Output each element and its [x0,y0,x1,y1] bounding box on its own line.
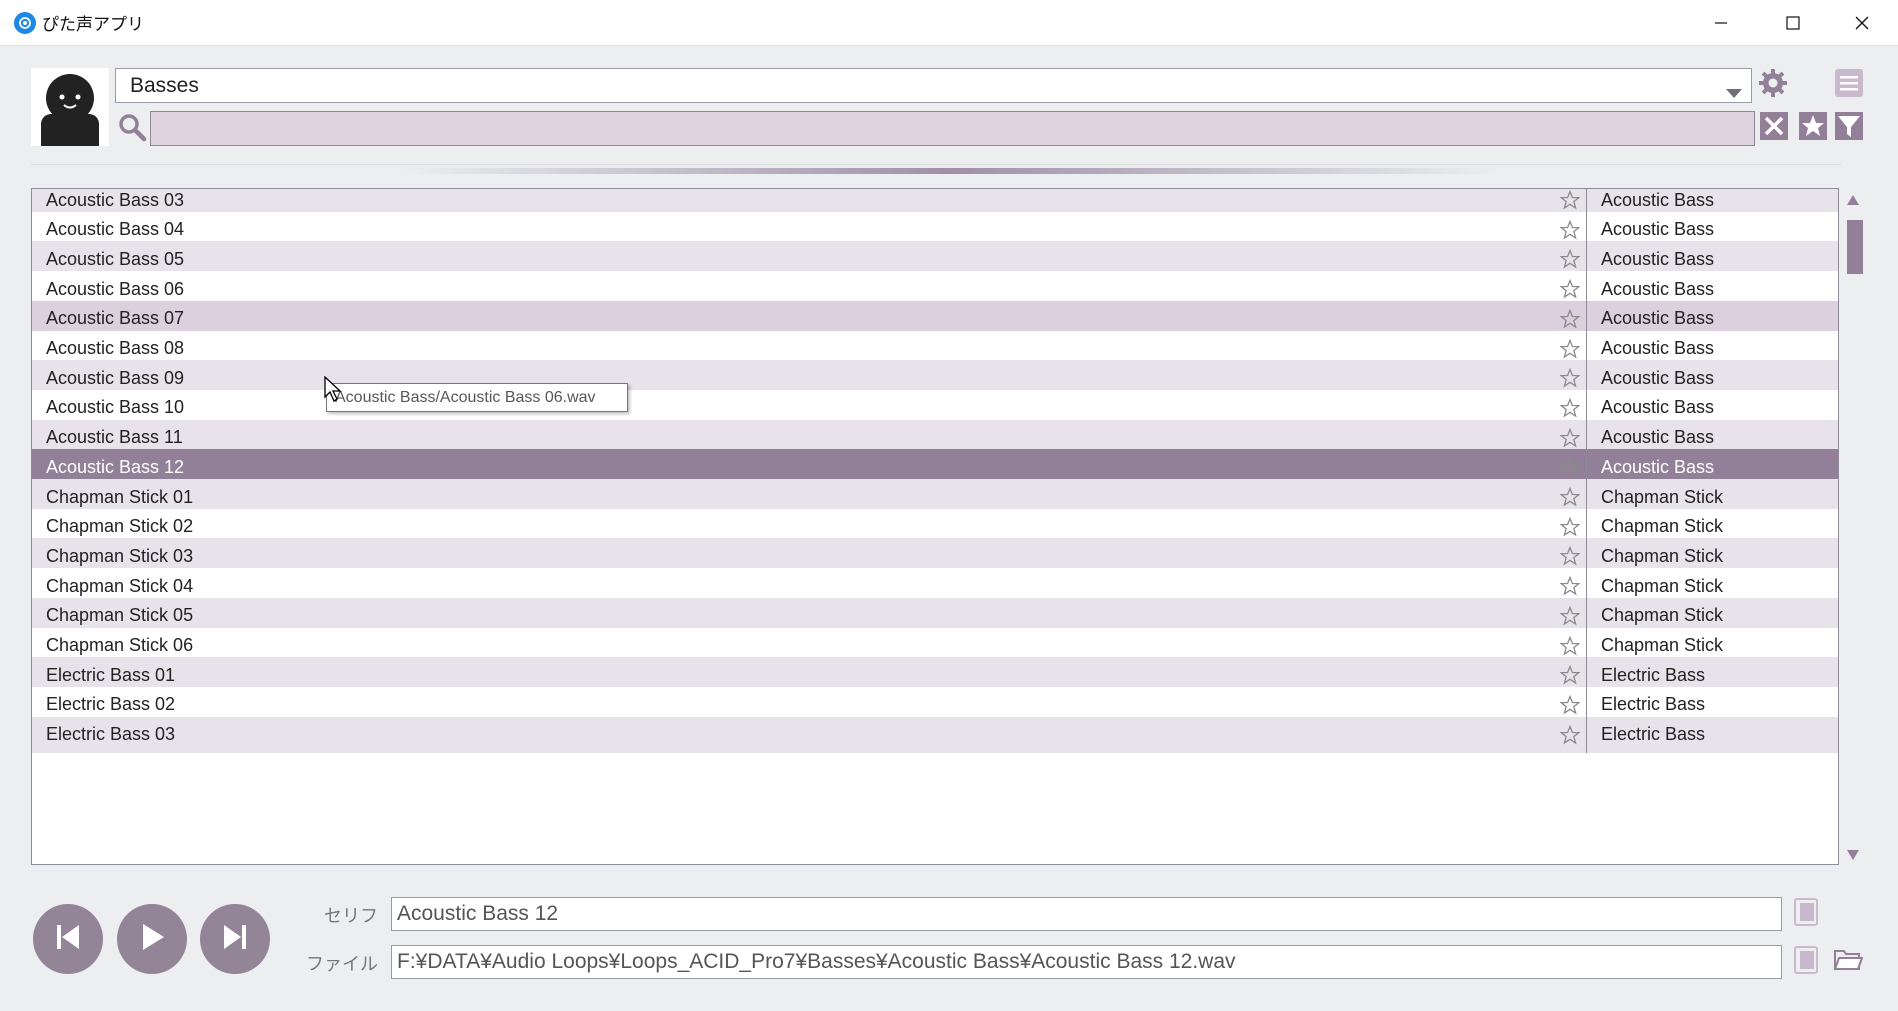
favorites-filter-button[interactable] [1796,111,1830,145]
play-icon [132,917,172,962]
serif-label: セリフ [324,906,378,926]
list-item-category: Acoustic Bass [1601,278,1715,299]
skip-next-icon [215,917,255,962]
list-item-category: Chapman Stick [1601,575,1724,596]
voice-list[interactable]: Acoustic Bass 03 Acoustic Bass Acoustic Ba… [31,188,1839,865]
character-avatar-icon[interactable] [31,68,109,146]
list-item-name: Acoustic Bass 12 [46,456,185,477]
list-item-category: Acoustic Bass [1601,189,1715,210]
clear-search-button[interactable] [1757,111,1791,145]
skip-previous-icon [48,917,88,962]
list-item-category: Electric Bass [1601,694,1706,715]
search-input[interactable] [150,111,1755,146]
list-item-category: Chapman Stick [1601,605,1724,626]
list-item-category: Chapman Stick [1601,635,1724,655]
list-item-category: Chapman Stick [1601,545,1724,566]
column-divider [1586,716,1587,753]
copy-file-path-button[interactable] [1790,945,1822,979]
list-item-name: Acoustic Bass 08 [46,338,185,358]
close-button[interactable] [1826,0,1898,46]
list-item-name: Acoustic Bass 07 [46,308,185,329]
maximize-button[interactable] [1757,0,1829,46]
list-item-name: Acoustic Bass 03 [46,189,185,210]
file-label: ファイル [306,954,378,974]
chevron-down-icon [1725,81,1743,105]
at-sign-icon [14,11,36,34]
minimize-button[interactable] [1685,0,1757,46]
list-item-name: Acoustic Bass 11 [46,427,183,448]
scrollbar-thumb[interactable] [1847,220,1863,274]
list-item-category: Acoustic Bass [1601,308,1715,329]
list-item-name: Chapman Stick 03 [46,545,194,566]
close-icon [1759,111,1789,146]
star-icon [1798,111,1828,146]
level-indicator [400,168,1500,174]
list-item-category: Chapman Stick [1601,516,1724,537]
category-select-value: Basses [130,73,199,97]
copy-serif-button[interactable] [1790,897,1822,931]
list-item-name: Electric Bass 03 [46,724,176,745]
list-item-name: Acoustic Bass 05 [46,248,185,269]
scroll-down-arrow-icon[interactable] [1846,848,1860,866]
list-item-name: Acoustic Bass 06 [46,278,185,299]
list-item-name: Chapman Stick 06 [46,635,194,655]
list-item-category: Acoustic Bass [1601,338,1715,358]
scroll-up-arrow-icon[interactable] [1846,193,1860,211]
settings-button[interactable] [1756,68,1790,102]
list-item-name: Chapman Stick 02 [46,516,194,537]
filter-button[interactable] [1832,111,1866,145]
favorite-star-icon[interactable] [1559,724,1581,750]
category-select[interactable]: Basses [115,68,1752,103]
hamburger-menu-icon [1834,68,1864,103]
list-item-category: Chapman Stick [1601,486,1724,507]
mouse-cursor-icon [324,375,342,407]
app-title: ぴた声アプリ [42,15,144,34]
list-item-name: Chapman Stick 01 [46,486,194,507]
play-button[interactable] [117,904,187,974]
list-item-name: Electric Bass 01 [46,664,176,685]
list-item-name: Acoustic Bass 10 [46,397,185,418]
funnel-icon [1834,111,1864,146]
previous-button[interactable] [33,904,103,974]
serif-field[interactable]: Acoustic Bass 12 [391,897,1782,931]
list-item-category: Electric Bass [1601,724,1706,745]
list-item-category: Acoustic Bass [1601,219,1715,240]
search-icon [117,112,147,147]
list-item-category: Acoustic Bass [1601,248,1715,269]
list-item-category: Electric Bass [1601,664,1706,685]
list-item-name: Acoustic Bass 09 [46,367,185,388]
menu-button[interactable] [1832,68,1866,102]
list-item-category: Acoustic Bass [1601,427,1715,448]
list-item-category: Acoustic Bass [1601,397,1715,418]
gear-icon [1758,68,1788,103]
title-bar: ぴた声アプリ [0,0,1898,46]
list-item-name: Acoustic Bass 04 [46,219,185,240]
list-item-category: Acoustic Bass [1601,456,1715,477]
list-item-name: Electric Bass 02 [46,694,176,715]
copy-icon [1793,945,1819,980]
list-item-name: Chapman Stick 04 [46,575,194,596]
list-item-category: Acoustic Bass [1601,367,1715,388]
header-divider [31,164,1841,165]
file-path-field[interactable]: F:¥DATA¥Audio Loops¥Loops_ACID_Pro7¥Bass… [391,945,1782,979]
copy-icon [1793,897,1819,932]
folder-icon [1833,947,1864,978]
open-folder-button[interactable] [1832,945,1864,979]
list-item-name: Chapman Stick 05 [46,605,194,626]
file-path-tooltip: Acoustic Bass/Acoustic Bass 06.wav [326,383,628,412]
list-item[interactable]: Electric Bass 03 Electric Bass [32,716,1838,753]
